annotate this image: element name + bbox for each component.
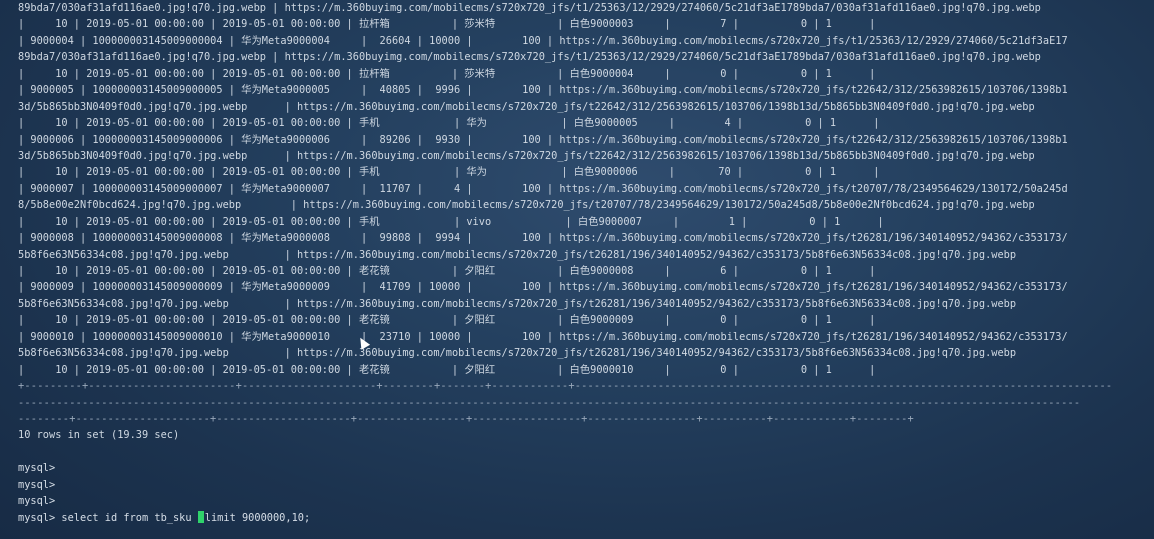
result-summary: 10 rows in set (19.39 sec) [18,429,180,442]
table-row-line: | 10 | 2019-05-01 00:00:00 | 2019-05-01 … [18,265,876,277]
table-border-line: ----------------------------------------… [18,396,1081,409]
table-row-line: | 10 | 2019-05-01 00:00:00 | 2019-05-01 … [18,363,876,376]
table-row-line: | 9000008 | 100000003145009000008 | 华为Me… [18,232,1068,245]
terminal-window[interactable]: 89bda7/030af31afd116ae0.jpg!q70.jpg.webp… [0,0,1154,539]
table-row-line: 89bda7/030af31afd116ae0.jpg!q70.jpg.webp… [18,51,1041,64]
table-row-line: | 9000006 | 100000003145009000006 | 华为Me… [18,133,1068,146]
table-row-line: 3d/5b865bb3N0409f0d0.jpg!q70.jpg.webp | … [18,100,1035,113]
table-row-line: | 9000010 | 100000003145009000010 | 华为Me… [18,330,1068,343]
mysql-prompt: mysql> [18,462,56,475]
mysql-prompt: mysql> [18,478,56,491]
command-input-line[interactable]: mysql> select id from tb_sku limit 90000… [18,510,1152,526]
table-row-line: | 10 | 2019-05-01 00:00:00 | 2019-05-01 … [18,18,876,31]
table-row-line: 89bda7/030af31afd116ae0.jpg!q70.jpg.webp… [18,2,1041,14]
table-row-line: | 10 | 2019-05-01 00:00:00 | 2019-05-01 … [18,117,880,130]
table-row-line: 3d/5b865bb3N0409f0d0.jpg!q70.jpg.webp | … [18,149,1035,162]
table-row-line: | 9000007 | 100000003145009000007 | 华为Me… [18,182,1068,195]
text-cursor [197,510,204,523]
mysql-prompt: mysql> [18,495,56,508]
table-row-line: 5b8f6e63N56334c08.jpg!q70.jpg.webp | htt… [18,347,1017,360]
table-row-line: | 10 | 2019-05-01 00:00:00 | 2019-05-01 … [18,314,876,327]
table-row-line: 5b8f6e63N56334c08.jpg!q70.jpg.webp | htt… [18,248,1017,261]
table-row-line: | 9000004 | 100000003145009000004 | 华为Me… [18,34,1068,47]
table-border-line: --------+---------------------+---------… [18,412,914,425]
table-row-line: | 10 | 2019-05-01 00:00:00 | 2019-05-01 … [18,166,880,179]
terminal-output: 89bda7/030af31afd116ae0.jpg!q70.jpg.webp… [18,0,1152,526]
table-row-line: | 9000009 | 100000003145009000009 | 华为Me… [18,281,1068,294]
table-row-line: | 9000005 | 100000003145009000005 | 华为Me… [18,84,1068,97]
table-row-line: 5b8f6e63N56334c08.jpg!q70.jpg.webp | htt… [18,297,1017,310]
command-text-suffix: limit 9000000,10; [204,511,311,524]
table-row-line: 8/5b8e00e2Nf0bcd624.jpg!q70.jpg.webp | h… [18,199,1035,212]
table-row-line: | 10 | 2019-05-01 00:00:00 | 2019-05-01 … [18,215,884,228]
command-text: mysql> select id from tb_sku [18,511,198,524]
table-row-line: | 10 | 2019-05-01 00:00:00 | 2019-05-01 … [18,67,876,80]
table-border-line: +---------+-----------------------+-----… [18,380,1113,393]
